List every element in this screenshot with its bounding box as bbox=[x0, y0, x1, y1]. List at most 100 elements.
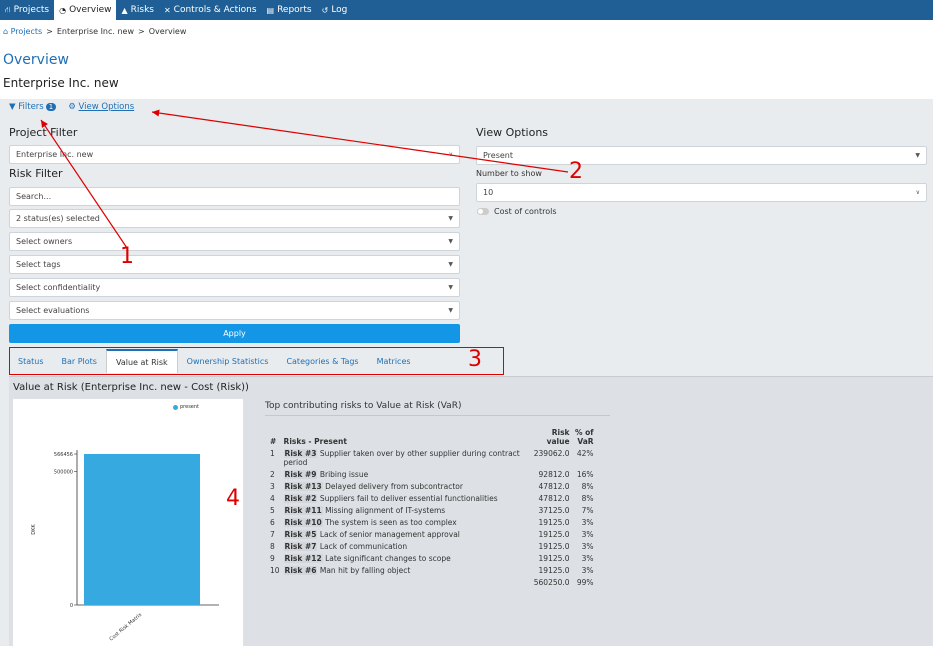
table-row: 4 Risk #2 Suppliers fail to deliver essen… bbox=[268, 492, 596, 504]
search-input[interactable]: Search... bbox=[9, 187, 460, 206]
row-risk: Risk #6 Man hit by falling object bbox=[282, 564, 530, 576]
col-number: # bbox=[270, 437, 277, 446]
table-row: 8 Risk #7 Lack of communication 19125.0 3% bbox=[268, 540, 596, 552]
top-nav: ⛙ Projects ◔ Overview ▲ Risks ✕ Controls & A… bbox=[0, 0, 933, 20]
risk-id-link[interactable]: Risk #5 bbox=[283, 529, 318, 539]
apply-button[interactable]: Apply bbox=[9, 324, 460, 343]
project-filter-select[interactable]: Enterprise Inc. new ∨ bbox=[9, 145, 460, 164]
row-pct: 3% bbox=[581, 517, 594, 527]
confidentiality-select[interactable]: Select confidentiality ▼ bbox=[9, 278, 460, 297]
row-number: 1 bbox=[270, 448, 275, 458]
nav-controls-actions[interactable]: ✕ Controls & Actions bbox=[159, 0, 262, 20]
row-number: 3 bbox=[270, 481, 275, 491]
row-pct: 3% bbox=[581, 529, 594, 539]
row-pct: 3% bbox=[581, 565, 594, 575]
risk-id-link[interactable]: Risk #10 bbox=[283, 517, 323, 527]
caret-down-icon: ▼ bbox=[448, 215, 453, 222]
risk-id-link[interactable]: Risk #6 bbox=[283, 565, 318, 575]
nav-log[interactable]: ↺ Log bbox=[317, 0, 353, 20]
caret-down-icon: ▼ bbox=[448, 284, 453, 291]
chart-svg: 0 500000 566456 DKK Cost Risk Matrix bbox=[31, 450, 219, 643]
row-risk: Risk #5 Lack of senior management approv… bbox=[282, 528, 530, 540]
view-mode-select[interactable]: Present ▼ bbox=[476, 146, 927, 165]
warning-icon: ▲ bbox=[121, 5, 128, 15]
col-pct: % of VaR bbox=[575, 428, 594, 446]
risk-description: The system is seen as too complex bbox=[325, 517, 457, 527]
cost-of-controls-toggle[interactable] bbox=[477, 208, 489, 215]
total-pct: 99% bbox=[576, 577, 594, 587]
row-number: 10 bbox=[270, 565, 280, 575]
row-pct: 16% bbox=[576, 469, 594, 479]
nav-overview[interactable]: ◔ Overview bbox=[54, 0, 117, 20]
filter-icon: ▼ bbox=[9, 102, 16, 112]
row-number: 5 bbox=[270, 505, 275, 515]
sitemap-icon: ⛙ bbox=[5, 5, 11, 14]
document-icon: ▤ bbox=[266, 5, 275, 15]
risk-filter-heading: Risk Filter bbox=[9, 167, 63, 180]
evaluations-select[interactable]: Select evaluations ▼ bbox=[9, 301, 460, 320]
table-row: 5 Risk #11 Missing alignment of IT-system… bbox=[268, 504, 596, 516]
risk-description: Man hit by falling object bbox=[319, 565, 411, 575]
var-title: Value at Risk (Enterprise Inc. new - Cos… bbox=[13, 382, 249, 393]
total-value: 560250.0 bbox=[533, 577, 570, 587]
row-risk: Risk #2 Suppliers fail to deliver essent… bbox=[282, 492, 530, 504]
nav-reports[interactable]: ▤ Reports bbox=[262, 0, 317, 20]
risk-id-link[interactable]: Risk #2 bbox=[283, 493, 318, 503]
chevron-down-icon: ∨ bbox=[915, 189, 920, 196]
row-risk: Risk #3 Supplier taken over by other sup… bbox=[282, 447, 530, 468]
y-tick-label: 566456 bbox=[54, 452, 73, 458]
row-pct: 8% bbox=[581, 493, 594, 503]
row-pct: 3% bbox=[581, 553, 594, 563]
risk-id-link[interactable]: Risk #12 bbox=[283, 553, 323, 563]
breadcrumb-current: Overview bbox=[148, 27, 187, 36]
y-axis-label: DKK bbox=[31, 524, 37, 535]
col-risks: Risks - Present bbox=[283, 437, 347, 446]
divider bbox=[265, 415, 610, 416]
home-icon: ⌂ bbox=[3, 27, 9, 36]
risk-description: Late significant changes to scope bbox=[325, 553, 451, 563]
status-select[interactable]: 2 status(es) selected ▼ bbox=[9, 209, 460, 228]
risk-id-link[interactable]: Risk #11 bbox=[283, 505, 323, 515]
risk-id-link[interactable]: Risk #3 bbox=[283, 448, 318, 458]
risk-description: Supplier taken over by other supplier du… bbox=[283, 448, 520, 467]
project-filter-heading: Project Filter bbox=[9, 126, 78, 139]
nav-risks[interactable]: ▲ Risks bbox=[116, 0, 159, 20]
row-pct: 7% bbox=[581, 505, 594, 515]
row-value: 37125.0 bbox=[538, 505, 570, 515]
row-value: 19125.0 bbox=[538, 529, 570, 539]
tags-select[interactable]: Select tags ▼ bbox=[9, 255, 460, 274]
row-value: 19125.0 bbox=[538, 565, 570, 575]
table-row: 10 Risk #6 Man hit by falling object 19125… bbox=[268, 564, 596, 576]
row-risk: Risk #11 Missing alignment of IT-systems bbox=[282, 504, 530, 516]
row-pct: 3% bbox=[581, 541, 594, 551]
filters-count-badge: 1 bbox=[45, 103, 57, 111]
risk-id-link[interactable]: Risk #9 bbox=[283, 469, 318, 479]
risk-description: Delayed delivery from subcontractor bbox=[325, 481, 463, 491]
dashboard-icon: ◔ bbox=[59, 5, 67, 15]
gear-icon: ⚙ bbox=[68, 102, 76, 112]
nav-projects[interactable]: ⛙ Projects bbox=[0, 0, 54, 20]
row-value: 47812.0 bbox=[538, 493, 570, 503]
row-risk: Risk #7 Lack of communication bbox=[282, 540, 530, 552]
row-value: 92812.0 bbox=[538, 469, 570, 479]
breadcrumb-projects[interactable]: ⌂ Projects bbox=[3, 27, 42, 36]
risk-id-link[interactable]: Risk #7 bbox=[283, 541, 318, 551]
var-table-title: Top contributing risks to Value at Risk … bbox=[265, 401, 462, 411]
view-options-heading: View Options bbox=[476, 126, 549, 139]
table-header-row: # Risks - Present Risk value % of VaR bbox=[268, 427, 596, 447]
number-to-show-select[interactable]: 10 ∨ bbox=[476, 183, 927, 202]
annotation-4: 4 bbox=[226, 486, 240, 511]
owners-select[interactable]: Select owners ▼ bbox=[9, 232, 460, 251]
tabs-highlight-box bbox=[9, 347, 504, 375]
breadcrumb-project[interactable]: Enterprise Inc. new bbox=[57, 27, 134, 36]
table-row: 3 Risk #13 Delayed delivery from subcontr… bbox=[268, 480, 596, 492]
row-risk: Risk #12 Late significant changes to sco… bbox=[282, 552, 530, 564]
risk-id-link[interactable]: Risk #13 bbox=[283, 481, 323, 491]
view-options-toggle[interactable]: ⚙ View Options bbox=[68, 102, 134, 112]
history-icon: ↺ bbox=[321, 5, 329, 15]
cost-of-controls-label: Cost of controls bbox=[494, 207, 557, 216]
row-value: 47812.0 bbox=[538, 481, 570, 491]
filters-toggle[interactable]: ▼ Filters 1 bbox=[9, 102, 57, 112]
caret-down-icon: ▼ bbox=[448, 307, 453, 314]
row-value: 239062.0 bbox=[533, 448, 570, 458]
